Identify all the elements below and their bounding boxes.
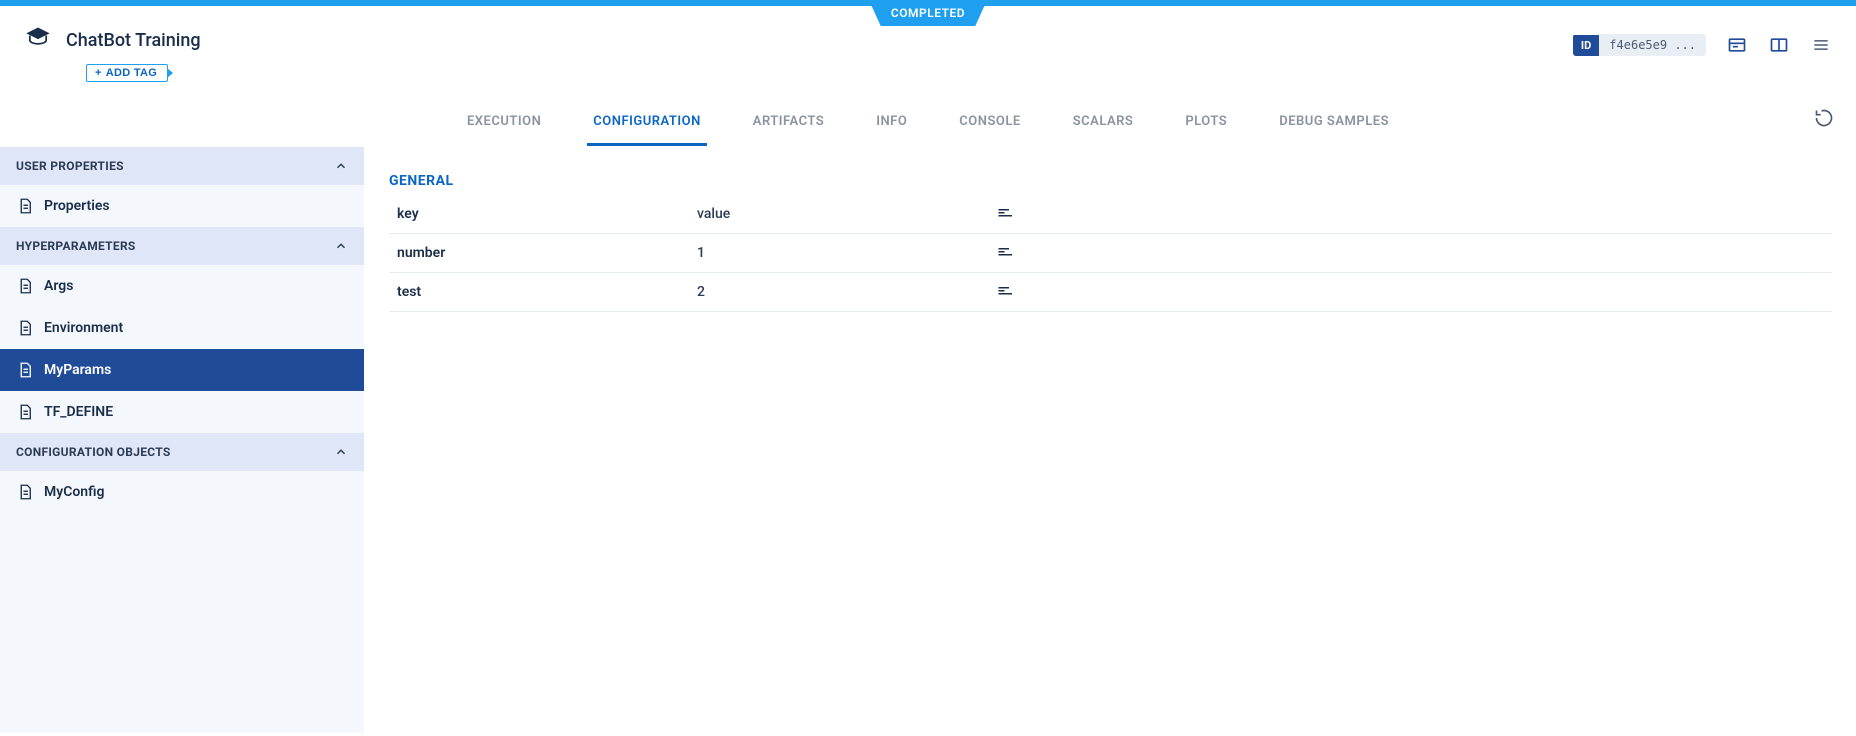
tab-artifacts[interactable]: ARTIFACTS — [747, 104, 830, 146]
config-sidebar: USER PROPERTIES Properties HYPERPARAMETE… — [0, 147, 365, 733]
sidebar-item-label: MyConfig — [44, 484, 104, 500]
param-value: 2 — [689, 273, 989, 312]
param-value: value — [689, 195, 989, 234]
table-row: test 2 — [389, 273, 1832, 312]
document-icon — [16, 197, 34, 215]
page-title: ChatBot Training — [66, 30, 201, 51]
sidebar-item-label: Args — [44, 278, 73, 294]
document-icon — [16, 403, 34, 421]
sidebar-item-properties[interactable]: Properties — [0, 185, 364, 227]
page-header: ChatBot Training + ADD TAG ID f4e6e5e9 .… — [0, 6, 1856, 82]
chevron-up-icon — [334, 445, 348, 459]
param-key: test — [389, 273, 689, 312]
tab-debug-samples[interactable]: DEBUG SAMPLES — [1273, 104, 1395, 146]
sidebar-item-label: Properties — [44, 198, 110, 214]
sidebar-item-label: Environment — [44, 320, 123, 336]
sidebar-section-title: CONFIGURATION OBJECTS — [16, 445, 171, 459]
sidebar-item-myparams[interactable]: MyParams — [0, 349, 364, 391]
params-table: key value number 1 test 2 — [389, 195, 1832, 312]
tab-configuration[interactable]: CONFIGURATION — [587, 104, 706, 146]
chevron-up-icon — [334, 159, 348, 173]
chevron-up-icon — [334, 239, 348, 253]
id-badge-label: ID — [1573, 35, 1599, 56]
document-icon — [16, 483, 34, 501]
sidebar-item-label: MyParams — [44, 362, 111, 378]
content-section-title: GENERAL — [389, 173, 1832, 189]
tab-execution[interactable]: EXECUTION — [461, 104, 547, 146]
row-action-icon[interactable] — [997, 245, 1017, 259]
row-action-icon[interactable] — [997, 206, 1017, 220]
document-icon — [16, 361, 34, 379]
sidebar-section-config-objects[interactable]: CONFIGURATION OBJECTS — [0, 433, 364, 471]
table-row: key value — [389, 195, 1832, 234]
sidebar-section-title: USER PROPERTIES — [16, 159, 124, 173]
experiment-icon — [24, 24, 52, 56]
config-main-panel: GENERAL key value number 1 test 2 — [365, 147, 1856, 733]
sidebar-item-environment[interactable]: Environment — [0, 307, 364, 349]
tab-bar: EXECUTION CONFIGURATION ARTIFACTS INFO C… — [0, 82, 1856, 147]
layout-split-icon[interactable] — [1768, 34, 1790, 56]
sidebar-item-tfdefine[interactable]: TF_DEFINE — [0, 391, 364, 433]
table-row: number 1 — [389, 234, 1832, 273]
tab-scalars[interactable]: SCALARS — [1067, 104, 1140, 146]
experiment-id-chip[interactable]: ID f4e6e5e9 ... — [1573, 34, 1706, 56]
sidebar-section-hyperparameters[interactable]: HYPERPARAMETERS — [0, 227, 364, 265]
document-icon — [16, 319, 34, 337]
tab-info[interactable]: INFO — [870, 104, 913, 146]
document-icon — [16, 277, 34, 295]
menu-icon[interactable] — [1810, 34, 1832, 56]
sidebar-item-label: TF_DEFINE — [44, 404, 113, 420]
details-panel-icon[interactable] — [1726, 34, 1748, 56]
param-key: key — [389, 195, 689, 234]
sidebar-section-title: HYPERPARAMETERS — [16, 239, 136, 253]
sidebar-item-myconfig[interactable]: MyConfig — [0, 471, 364, 513]
tab-plots[interactable]: PLOTS — [1179, 104, 1233, 146]
add-tag-label: ADD TAG — [106, 67, 157, 79]
refresh-icon[interactable] — [1814, 108, 1836, 130]
sidebar-section-user-properties[interactable]: USER PROPERTIES — [0, 147, 364, 185]
param-key: number — [389, 234, 689, 273]
tab-console[interactable]: CONSOLE — [953, 104, 1026, 146]
plus-icon: + — [95, 67, 102, 79]
id-badge-value: f4e6e5e9 ... — [1599, 34, 1706, 56]
add-tag-button[interactable]: + ADD TAG — [86, 64, 168, 82]
sidebar-item-args[interactable]: Args — [0, 265, 364, 307]
row-action-icon[interactable] — [997, 284, 1017, 298]
param-value: 1 — [689, 234, 989, 273]
